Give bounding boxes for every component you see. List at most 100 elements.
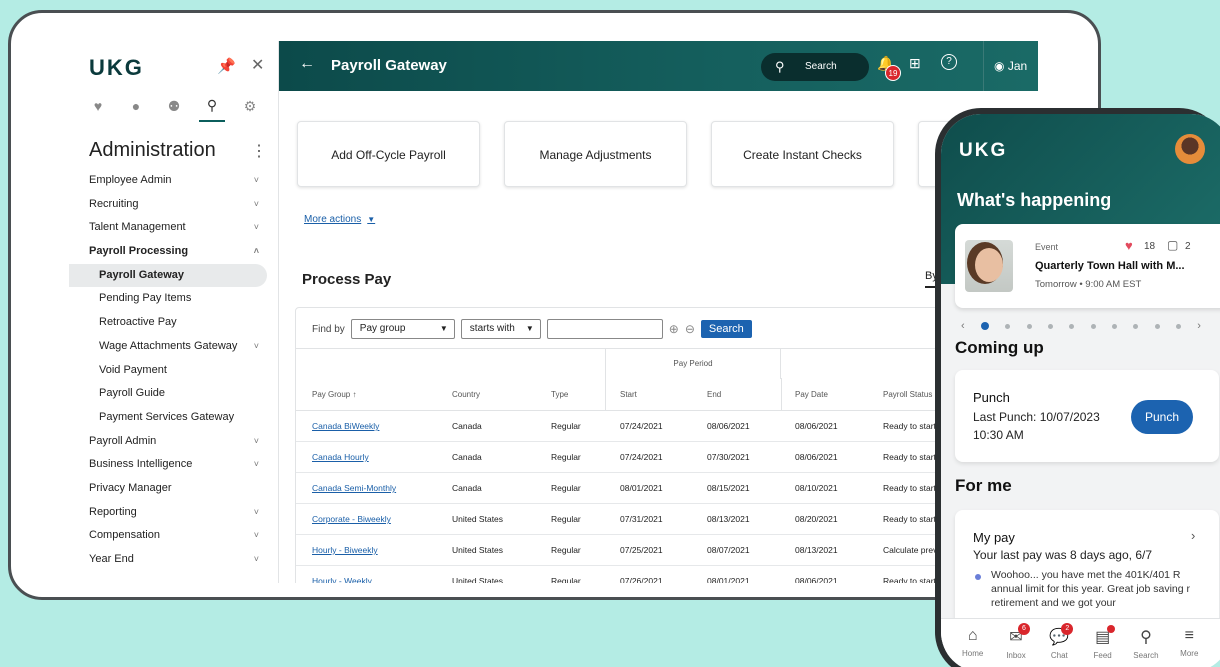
home-icon: ⌂ [967,627,978,644]
person-icon[interactable]: ● [123,98,149,120]
col-type[interactable]: Type [551,378,568,411]
close-icon[interactable]: ✕ [251,55,264,75]
table-row: Canada Semi-Monthly Canada Regular 08/01… [296,473,1038,504]
last-punch-text: Last Punch: 10/07/2023 [973,410,1100,424]
sidebar-item-payroll-guide[interactable]: Payroll Guide [69,382,279,406]
sidebar-item-reporting[interactable]: Reporting ˅ [69,501,279,525]
search-button[interactable]: Search [700,320,752,338]
sidebar-item-payroll-gateway[interactable]: Payroll Gateway [69,263,267,288]
mobile-app-screen: UKG What's happening Event ♥ 18 ▢ 2 Quar… [941,114,1220,667]
event-time: Tomorrow • 9:00 AM EST [1035,279,1142,290]
last-pay-text: Your last pay was 8 days ago, 6/7 [973,548,1153,562]
chevron-left-icon[interactable]: ‹ [961,320,965,332]
table-row: Canada BiWeekly Canada Regular 07/24/202… [296,411,1038,442]
tab-home[interactable]: ⌂ Home [953,627,993,667]
chevron-right-icon[interactable]: › [1191,528,1195,543]
event-card[interactable]: Event ♥ 18 ▢ 2 Quarterly Town Hall with … [955,224,1220,308]
last-punch-time: 10:30 AM [973,428,1024,442]
pin-icon[interactable]: 📌 [217,57,236,75]
col-country[interactable]: Country [452,378,480,411]
help-icon[interactable]: ? [941,54,957,70]
col-start[interactable]: Start [620,378,637,411]
table-row: Hourly - Weekly United States Regular 07… [296,566,1038,583]
chevron-down-icon: ˅ [253,530,259,541]
admin-icon[interactable]: ⚲ [199,97,225,122]
sidebar-item-payment-services-gateway[interactable]: Payment Services Gateway [69,406,279,430]
like-count: 18 [1144,241,1156,252]
top-bar: ← Payroll Gateway ⚲ Search 🔔 19 ⊞ ? ◉ Jan [279,41,1038,91]
gear-icon[interactable]: ⚙ [237,98,263,121]
col-end[interactable]: End [707,378,721,411]
tab-search[interactable]: ⚲ Search [1126,627,1166,667]
group-header-row: Pay Period [296,348,1038,379]
punch-button[interactable]: Punch [1131,400,1193,434]
bullet-icon [975,574,981,580]
search-input[interactable]: ⚲ Search [761,53,869,81]
my-pay-message: Woohoo... you have met the 401K/401 R an… [991,569,1191,609]
sidebar-title: Administration [89,139,216,161]
operator-select[interactable]: starts with ▼ [460,319,541,339]
inbox-badge: 6 [1017,623,1030,635]
create-instant-checks-button[interactable]: Create Instant Checks [711,121,894,187]
sidebar-item-retroactive-pay[interactable]: Retroactive Pay [69,311,279,335]
more-vertical-icon[interactable]: ⋮ [251,141,267,161]
heart-icon[interactable]: ♥ [85,98,111,120]
sidebar-menu: Employee Admin ˅ Recruiting ˅ Talent Manag… [69,169,279,572]
chevron-down-icon: ˅ [253,222,259,233]
manage-adjustments-button[interactable]: Manage Adjustments [504,121,687,187]
tab-chat[interactable]: 💬 2 Chat [1039,623,1079,667]
people-icon[interactable]: ⚉ [161,98,187,121]
pay-period-header: Pay Period [605,349,781,379]
user-icon: ◉ [994,59,1005,73]
sidebar-item-recruiting[interactable]: Recruiting ˅ [69,193,279,217]
column-header-row: Pay Group ↑ Country Type Start End Pay D… [296,378,1038,411]
search-icon: ⚲ [1140,629,1152,646]
sidebar-item-payroll-processing[interactable]: Payroll Processing ˄ [69,240,279,264]
sidebar-item-pending-pay-items[interactable]: Pending Pay Items [69,287,279,311]
menu-icon: ≡ [1184,627,1194,644]
carousel-pagination: ‹ › [961,320,1201,332]
filter-value-input[interactable] [546,319,663,339]
sidebar-item-talent-management[interactable]: Talent Management ˅ [69,216,279,240]
col-pay-date[interactable]: Pay Date [795,378,828,411]
process-pay-title: Process Pay [302,271,392,288]
feedback-icon[interactable]: ⊞ [909,55,921,72]
sidebar-item-void-payment[interactable]: Void Payment [69,359,279,383]
more-actions-link[interactable]: More actions ▼ [304,214,375,225]
comment-icon[interactable]: ▢ [1167,238,1178,252]
whats-happening-heading: What's happening [957,190,1112,210]
feed-dot [1106,625,1115,633]
back-arrow-icon[interactable]: ← [299,55,315,73]
sidebar-icon-tabs: ♥ ● ⚉ ⚲ ⚙ [79,95,269,123]
heart-icon[interactable]: ♥ [1125,238,1133,253]
avatar[interactable] [1175,134,1205,164]
chevron-down-icon: ˅ [253,506,259,517]
chevron-up-icon: ˄ [253,246,259,257]
field-select[interactable]: Pay group ▼ [350,319,455,339]
sidebar-item-privacy-manager[interactable]: Privacy Manager [69,477,279,501]
tab-inbox[interactable]: ✉ 6 Inbox [996,623,1036,667]
tab-more[interactable]: ≡ More [1169,627,1209,667]
table-row: Hourly - Biweekly United States Regular … [296,535,1038,566]
tab-feed[interactable]: ▤ Feed [1083,625,1123,667]
ukg-logo: UKG [959,140,1008,161]
find-by-label: Find by [312,323,345,335]
chevron-right-icon[interactable]: › [1197,320,1201,332]
sidebar-item-business-intelligence[interactable]: Business Intelligence ˅ [69,453,279,477]
action-buttons: Add Off-Cycle Payroll Manage Adjustments… [297,121,1038,187]
sidebar-item-wage-attachments-gateway[interactable]: Wage Attachments Gateway ˅ [69,335,279,359]
user-menu[interactable]: ◉ Jan [983,41,1038,91]
minus-icon[interactable]: ⊖ [685,322,695,336]
phone-frame: UKG What's happening Event ♥ 18 ▢ 2 Quar… [935,108,1220,667]
plus-icon[interactable]: ⊕ [669,322,679,336]
sidebar-item-payroll-admin[interactable]: Payroll Admin ˅ [69,430,279,454]
table-row: Corporate - Biweekly United States Regul… [296,504,1038,535]
coming-up-heading: Coming up [955,338,1044,357]
sidebar-item-year-end[interactable]: Year End ˅ [69,548,279,572]
add-off-cycle-payroll-button[interactable]: Add Off-Cycle Payroll [297,121,480,187]
sidebar-item-compensation[interactable]: Compensation ˅ [69,524,279,548]
col-pay-group[interactable]: Pay Group ↑ [312,378,356,411]
sidebar-item-employee-admin[interactable]: Employee Admin ˅ [69,169,279,193]
col-payroll-status[interactable]: Payroll Status [883,378,932,411]
my-pay-title: My pay [973,530,1015,545]
